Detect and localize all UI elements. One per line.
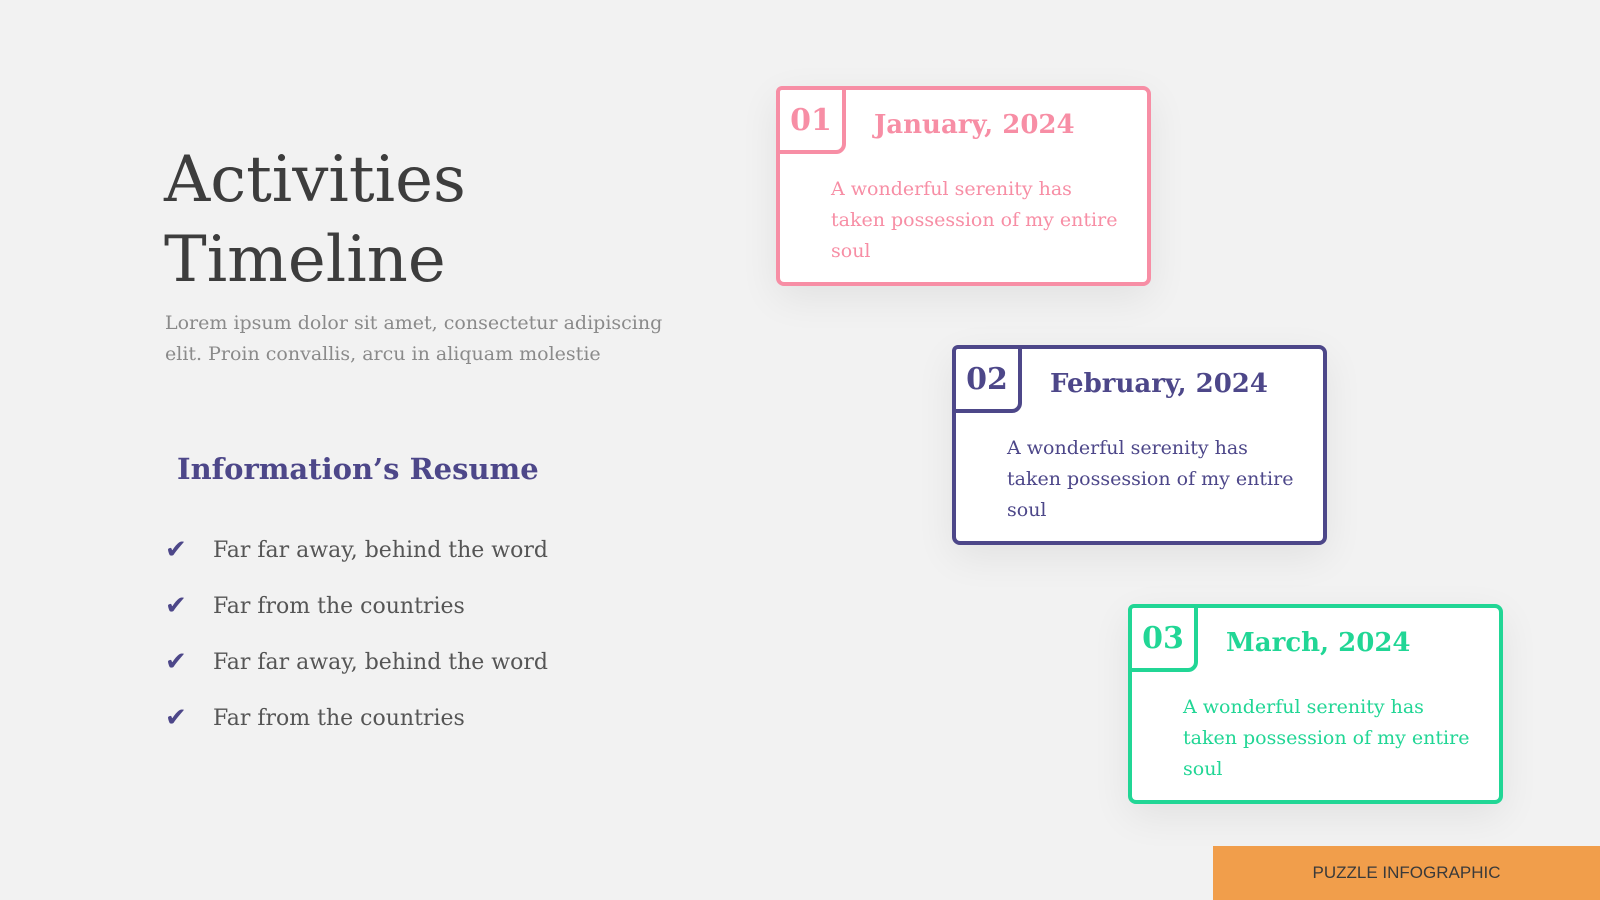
timeline-description: A wonderful serenity has taken possessio… [1183, 696, 1470, 780]
resume-list: ✔ Far far away, behind the word ✔ Far fr… [165, 522, 548, 746]
check-icon: ✔ [165, 535, 187, 565]
list-item-text: Far far away, behind the word [213, 537, 548, 563]
list-item-text: Far far away, behind the word [213, 649, 548, 675]
resume-heading: Information’s Resume [177, 452, 539, 486]
list-item: ✔ Far far away, behind the word [165, 522, 548, 578]
timeline-card-3: 03 March, 2024 A wonderful serenity has … [1128, 604, 1503, 804]
timeline-number: 01 [776, 86, 846, 154]
list-item-text: Far from the countries [213, 705, 465, 731]
timeline-description: A wonderful serenity has taken possessio… [831, 178, 1118, 262]
list-item: ✔ Far far away, behind the word [165, 634, 548, 690]
list-item: ✔ Far from the countries [165, 578, 548, 634]
timeline-description: A wonderful serenity has taken possessio… [1007, 437, 1294, 521]
timeline-card-1: 01 January, 2024 A wonderful serenity ha… [776, 86, 1151, 286]
timeline-month: January, 2024 [874, 110, 1075, 140]
title-line-1: Activities [164, 143, 466, 217]
check-icon: ✔ [165, 703, 187, 733]
page-subtitle: Lorem ipsum dolor sit amet, consectetur … [165, 312, 663, 365]
page-title: Activities Timeline [164, 140, 466, 300]
timeline-card-2: 02 February, 2024 A wonderful serenity h… [952, 345, 1327, 545]
timeline-month: March, 2024 [1226, 628, 1411, 658]
check-icon: ✔ [165, 591, 187, 621]
timeline-month: February, 2024 [1050, 369, 1268, 399]
timeline-number: 02 [952, 345, 1022, 413]
timeline-number: 03 [1128, 604, 1198, 672]
title-line-2: Timeline [164, 223, 446, 297]
list-item: ✔ Far from the countries [165, 690, 548, 746]
list-item-text: Far from the countries [213, 593, 465, 619]
check-icon: ✔ [165, 647, 187, 677]
footer-badge: PUZZLE INFOGRAPHIC [1213, 846, 1600, 900]
